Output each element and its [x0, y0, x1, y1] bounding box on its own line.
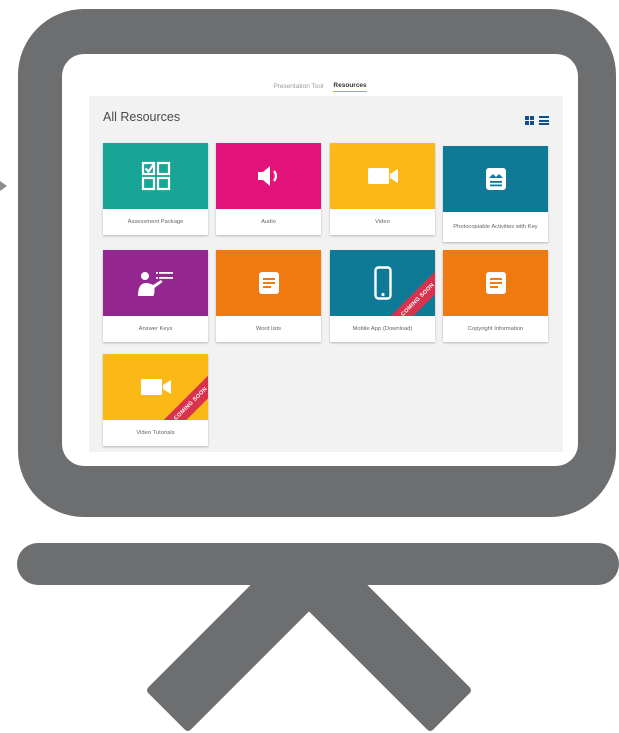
- video-camera-icon: [140, 377, 172, 397]
- resource-tile[interactable]: Answer Keys: [103, 250, 208, 342]
- presenter-icon: [137, 269, 175, 297]
- tile-thumbnail: COMING SOON: [330, 250, 435, 316]
- tile-label: Word lists: [255, 325, 282, 332]
- view-toggle: [525, 116, 549, 125]
- resource-tile[interactable]: Photocopiable Activities with Key: [443, 146, 548, 242]
- page-title: All Resources: [103, 110, 181, 124]
- tile-thumbnail: [103, 250, 208, 316]
- whiteboard-stand-bar: [17, 543, 619, 585]
- tile-thumbnail: [443, 146, 548, 212]
- resource-tile[interactable]: Word lists: [216, 250, 321, 342]
- tile-thumbnail: [216, 250, 321, 316]
- mobile-phone-icon: [373, 266, 392, 300]
- tile-thumbnail: [103, 143, 208, 209]
- tile-label: Mobile App (Download): [352, 325, 413, 332]
- tile-thumbnail: COMING SOON: [103, 354, 208, 420]
- tab-resources[interactable]: Resources: [333, 80, 367, 92]
- photo-document-icon: [485, 167, 507, 191]
- resource-tile[interactable]: COMING SOON Video Tutorials: [103, 354, 208, 446]
- document-icon: [258, 271, 280, 295]
- tile-label: Video: [375, 218, 390, 225]
- tile-label: Answer Keys: [138, 325, 173, 332]
- video-camera-icon: [367, 166, 399, 186]
- tile-thumbnail: [330, 143, 435, 209]
- resource-tile[interactable]: Video: [330, 143, 435, 235]
- tile-thumbnail: [216, 143, 321, 209]
- resource-tile[interactable]: Assessment Package: [103, 143, 208, 235]
- tile-label: Copyright Information: [467, 325, 524, 332]
- top-navigation: Presentation Tool Resources: [62, 78, 578, 94]
- document-icon: [485, 271, 507, 295]
- tab-presentation-tool[interactable]: Presentation Tool: [273, 81, 323, 92]
- tile-label: Video Tutorials: [136, 429, 175, 436]
- tile-label: Audio: [261, 218, 276, 225]
- grid-view-icon[interactable]: [525, 116, 534, 125]
- coming-soon-badge: COMING SOON: [387, 269, 435, 316]
- tile-thumbnail: [443, 250, 548, 316]
- list-view-icon[interactable]: [539, 116, 549, 125]
- resource-tile[interactable]: Copyright Information: [443, 250, 548, 342]
- tile-label: Photocopiable Activities with Key: [453, 223, 538, 230]
- resource-tile[interactable]: Audio: [216, 143, 321, 235]
- pointer-arrow-icon: [0, 181, 7, 191]
- speaker-icon: [256, 165, 282, 187]
- checklist-icon: [141, 161, 171, 191]
- tile-label: Assessment Package: [127, 218, 184, 225]
- resource-tile[interactable]: COMING SOON Mobile App (Download): [330, 250, 435, 342]
